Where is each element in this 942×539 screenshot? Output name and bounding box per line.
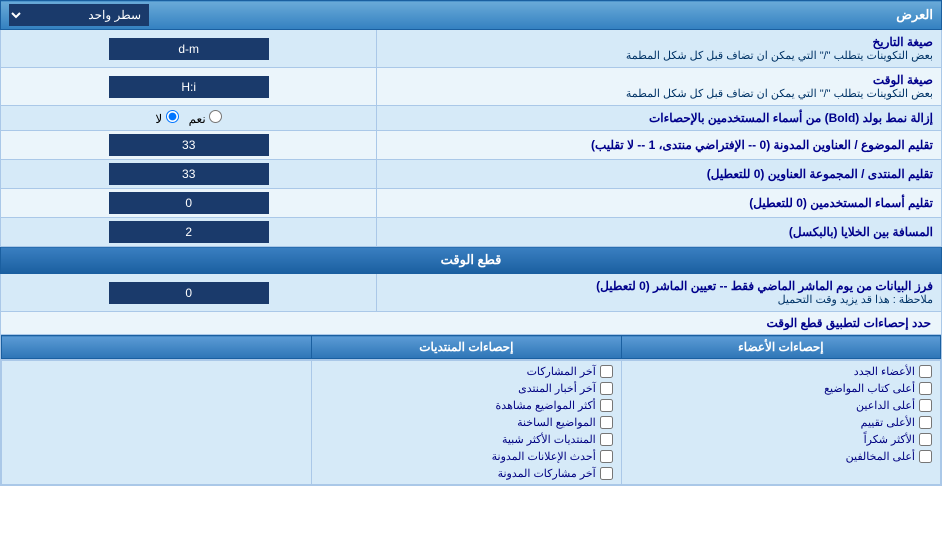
posts-item-most-viewed: أكثر المواضيع مشاهدة [314,397,619,414]
display-section-title: العرض [896,7,933,23]
posts-most-similar-label: المنتديات الأكثر شبية [502,433,596,446]
stats-column-headers-row: إحصاءات الأعضاء إحصاءات المنتديات [1,335,942,360]
user-trim-input[interactable] [109,192,269,214]
posts-item-latest-blog: أحدث الإعلانات المدونة [314,448,619,465]
bold-no-radio[interactable] [166,110,179,123]
user-trim-input-cell [1,189,377,218]
posts-most-viewed-label: أكثر المواضيع مشاهدة [496,399,596,412]
members-most-thanks-label: الأكثر شكراً [864,433,915,446]
members-top-writers-checkbox[interactable] [919,382,932,395]
posts-most-viewed-checkbox[interactable] [600,399,613,412]
forum-trim-input[interactable] [109,163,269,185]
display-header-row: العرض سطر واحد سطرين ثلاثة أسطر [1,1,942,30]
posts-news-checkbox[interactable] [600,382,613,395]
members-item-top-inviters: أعلى الداعين [624,397,938,414]
posts-item-blog-shares: آخر مشاركات المدونة [314,465,619,482]
cell-spacing-input[interactable] [109,221,269,243]
members-most-thanks-checkbox[interactable] [919,433,932,446]
cell-spacing-label: المسافة بين الخلايا (بالبكسل) [377,218,942,247]
posts-blog-shares-checkbox[interactable] [600,467,613,480]
posts-news-label: آخر أخبار المنتدى [518,382,596,395]
topic-trim-row: تقليم الموضوع / العناوين المدونة (0 -- ا… [1,131,942,160]
posts-hot-checkbox[interactable] [600,416,613,429]
posts-most-similar-checkbox[interactable] [600,433,613,446]
members-item-most-thanks: الأكثر شكراً [624,431,938,448]
members-top-writers-label: أعلى كتاب المواضيع [824,382,915,395]
members-top-inviters-label: أعلى الداعين [856,399,915,412]
posts-latest-blog-label: أحدث الإعلانات المدونة [492,450,596,463]
posts-item-latest: آخر المشاركات [314,363,619,380]
cutoff-data-row: فرز البيانات من يوم الماشر الماضي فقط --… [1,274,942,312]
posts-item-news: آخر أخبار المنتدى [314,380,619,397]
members-new-label: الأعضاء الجدد [854,365,915,378]
posts-latest-checkbox[interactable] [600,365,613,378]
members-item-top-rated: الأعلى تقييم [624,414,938,431]
extra-stats-col [2,361,312,485]
time-format-label: صيغة الوقت بعض التكوينات يتطلب "/" التي … [377,68,942,106]
user-trim-label: تقليم أسماء المستخدمين (0 للتعطيل) [377,189,942,218]
forum-trim-row: تقليم المنتدى / المجموعة العناوين (0 للت… [1,160,942,189]
stats-limit-row: حدد إحصاءات لتطبيق قطع الوقت [1,312,942,335]
members-stats-col: الأعضاء الجدد أعلى كتاب المواضيع أعلى ال… [621,361,940,485]
forum-trim-input-cell [1,160,377,189]
members-top-inviters-checkbox[interactable] [919,399,932,412]
posts-stats-header: إحصاءات المنتديات [311,336,621,359]
cutoff-data-input-cell [1,274,377,312]
posts-hot-label: المواضيع الساخنة [517,416,596,429]
topic-trim-input-cell [1,131,377,160]
time-format-row: صيغة الوقت بعض التكوينات يتطلب "/" التي … [1,68,942,106]
posts-blog-shares-label: آخر مشاركات المدونة [498,467,596,480]
members-top-rated-checkbox[interactable] [919,416,932,429]
main-table: العرض سطر واحد سطرين ثلاثة أسطر صيغة الت… [0,0,942,486]
cutoff-data-input[interactable] [109,282,269,304]
members-item-new: الأعضاء الجدد [624,363,938,380]
time-format-input-cell: H:i [1,68,377,106]
posts-item-hot: المواضيع الساخنة [314,414,619,431]
members-top-violations-label: أعلى المخالفين [846,450,915,463]
date-format-row: صيغة التاريخ بعض التكوينات يتطلب "/" الت… [1,30,942,68]
cutoff-data-label: فرز البيانات من يوم الماشر الماضي فقط --… [377,274,942,312]
bold-no-label: لا [155,110,178,126]
extra-stats-header [2,336,312,359]
date-format-input[interactable]: d-m [109,38,269,60]
members-item-top-violations: أعلى المخالفين [624,448,938,465]
members-item-top-writers: أعلى كتاب المواضيع [624,380,938,397]
bold-remove-row: إزالة نمط بولد (Bold) من أسماء المستخدمي… [1,106,942,131]
display-dropdown[interactable]: سطر واحد سطرين ثلاثة أسطر [9,4,149,26]
time-format-input[interactable]: H:i [109,76,269,98]
bold-yes-radio[interactable] [209,110,222,123]
topic-trim-label: تقليم الموضوع / العناوين المدونة (0 -- ا… [377,131,942,160]
posts-latest-label: آخر المشاركات [527,365,596,378]
posts-latest-blog-checkbox[interactable] [600,450,613,463]
cell-spacing-input-cell [1,218,377,247]
members-new-checkbox[interactable] [919,365,932,378]
date-format-label: صيغة التاريخ بعض التكوينات يتطلب "/" الت… [377,30,942,68]
bold-remove-radio-cell: نعم لا [1,106,377,131]
stats-checkboxes-row: الأعضاء الجدد أعلى كتاب المواضيع أعلى ال… [1,360,942,486]
members-top-rated-label: الأعلى تقييم [861,416,915,429]
topic-trim-input[interactable] [109,134,269,156]
bold-yes-label: نعم [189,110,222,126]
bold-remove-label: إزالة نمط بولد (Bold) من أسماء المستخدمي… [377,106,942,131]
members-stats-header: إحصاءات الأعضاء [621,336,940,359]
date-format-input-cell: d-m [1,30,377,68]
cell-spacing-row: المسافة بين الخلايا (بالبكسل) [1,218,942,247]
cutoff-section-title: قطع الوقت [441,252,502,267]
members-top-violations-checkbox[interactable] [919,450,932,463]
posts-item-most-similar: المنتديات الأكثر شبية [314,431,619,448]
forum-trim-label: تقليم المنتدى / المجموعة العناوين (0 للت… [377,160,942,189]
cutoff-header-row: قطع الوقت [1,247,942,274]
posts-stats-col: آخر المشاركات آخر أخبار المنتدى أكثر الم… [311,361,621,485]
user-trim-row: تقليم أسماء المستخدمين (0 للتعطيل) [1,189,942,218]
stats-limit-label: حدد إحصاءات لتطبيق قطع الوقت [766,316,931,330]
